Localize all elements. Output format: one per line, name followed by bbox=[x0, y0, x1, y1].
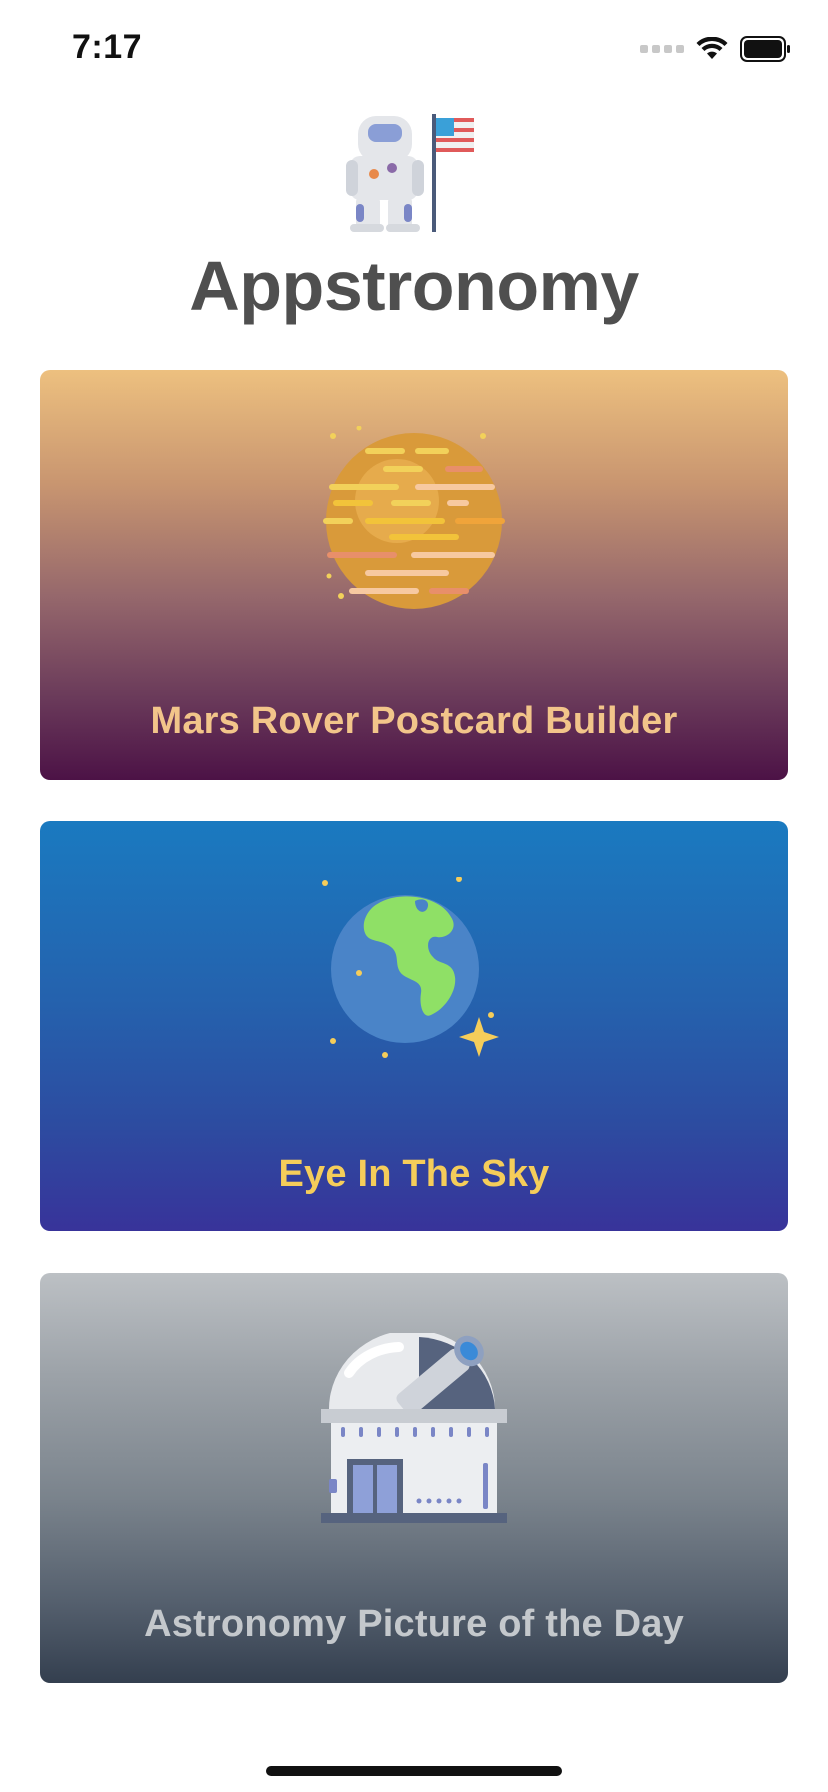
earth-globe-icon bbox=[322, 877, 499, 1058]
card-label: Eye In The Sky bbox=[278, 1153, 550, 1195]
battery-icon bbox=[740, 36, 790, 62]
eye-in-the-sky-card[interactable]: Eye In The Sky bbox=[40, 821, 788, 1231]
status-bar: 7:17 bbox=[0, 0, 828, 100]
status-time: 7:17 bbox=[72, 28, 143, 66]
app-title: Appstronomy bbox=[189, 247, 639, 325]
card-label: Astronomy Picture of the Day bbox=[144, 1603, 684, 1645]
wifi-icon bbox=[696, 37, 728, 59]
observatory-icon bbox=[321, 1333, 507, 1523]
mars-planet-icon bbox=[323, 426, 505, 609]
cellular-signal-icon bbox=[640, 45, 684, 53]
astronomy-picture-of-the-day-card[interactable]: Astronomy Picture of the Day bbox=[40, 1273, 788, 1683]
home-indicator[interactable] bbox=[266, 1766, 562, 1776]
app-screen: 7:17 Appstronomy Mars Rover Postcard Bui… bbox=[0, 0, 828, 1792]
status-indicators bbox=[640, 36, 792, 62]
astronaut-with-flag-icon bbox=[346, 114, 474, 232]
mars-rover-postcard-card[interactable]: Mars Rover Postcard Builder bbox=[40, 370, 788, 780]
card-label: Mars Rover Postcard Builder bbox=[150, 700, 678, 742]
